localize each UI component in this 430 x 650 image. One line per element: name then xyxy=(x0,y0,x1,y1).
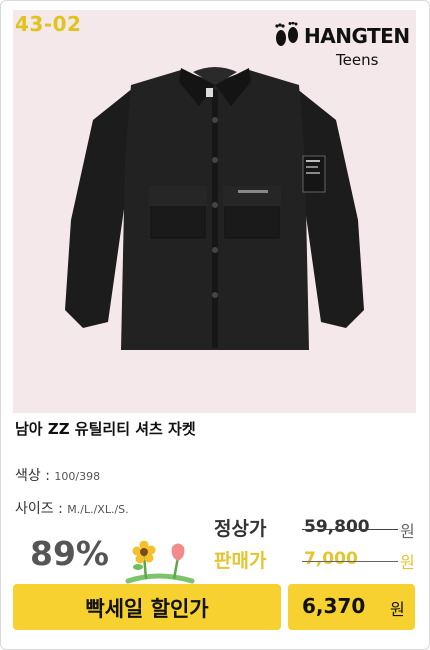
brand-sub: Teens xyxy=(336,51,379,69)
regular-price-unit: 원 xyxy=(400,522,415,541)
product-code: 43-02 xyxy=(15,12,82,36)
flowers-icon xyxy=(125,541,195,584)
product-title[interactable]: 남아 ZZ 유틸리티 셔츠 자켓 xyxy=(15,418,196,439)
size-value: M./L./XL./S. xyxy=(67,503,129,516)
final-price-box[interactable]: 6,370 원 xyxy=(288,584,415,630)
final-price: 6,370 xyxy=(302,594,366,618)
sale-price-unit: 원 xyxy=(400,553,415,572)
promo-banner-text: 빡세일 할인가 xyxy=(85,597,209,621)
regular-price: 59,800 xyxy=(304,517,370,537)
size-label: 사이즈 : xyxy=(15,501,63,517)
footprints-icon xyxy=(275,22,298,46)
sale-price-strike xyxy=(302,561,398,562)
size-option: 사이즈 : M./L./XL./S. xyxy=(15,498,129,518)
discount-percent: 89% xyxy=(30,534,109,573)
brand-name: HANGTEN xyxy=(304,24,410,48)
final-price-unit: 원 xyxy=(390,600,405,619)
promo-banner[interactable]: 빡세일 할인가 xyxy=(13,584,281,630)
color-option: 색상 : 100/398 xyxy=(15,465,100,485)
color-value: 100/398 xyxy=(54,470,101,483)
sale-price: 7,000 xyxy=(304,549,358,569)
brand-logo: HANGTEN Teens xyxy=(272,18,410,78)
product-image[interactable]: 43-02 HANGTEN Teens xyxy=(13,10,416,413)
sale-price-label: 판매가 xyxy=(214,550,267,572)
color-label: 색상 : xyxy=(15,468,50,484)
regular-price-label: 정상가 xyxy=(214,518,267,540)
regular-price-strike xyxy=(302,529,398,530)
